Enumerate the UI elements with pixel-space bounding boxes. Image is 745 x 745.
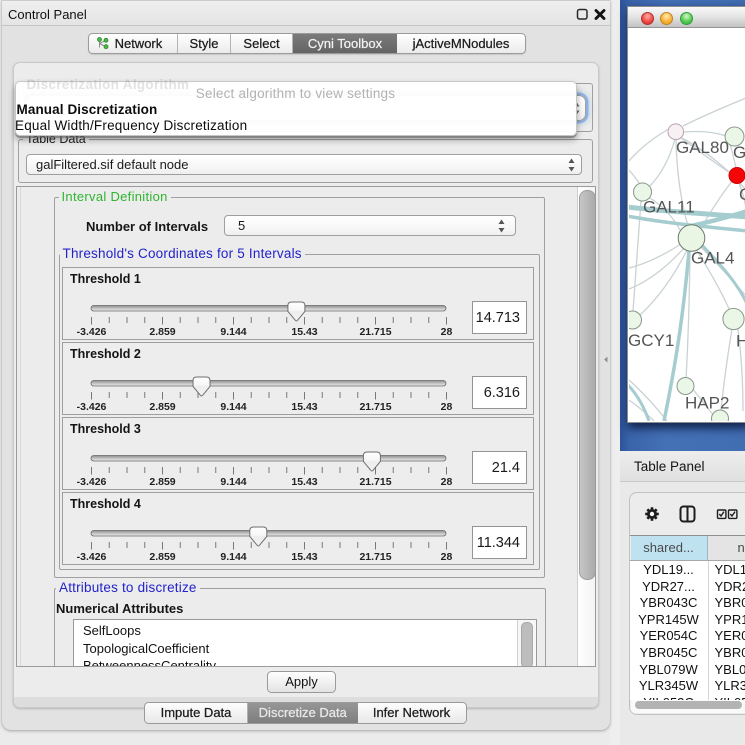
svg-text:-3.426: -3.426 — [77, 401, 107, 413]
svg-text:C: C — [739, 185, 745, 204]
svg-text:9.144: 9.144 — [220, 551, 246, 563]
svg-text:15.43: 15.43 — [291, 326, 317, 338]
svg-text:GA: GA — [733, 143, 745, 162]
svg-text:21.715: 21.715 — [359, 401, 391, 413]
svg-text:21.715: 21.715 — [359, 326, 391, 338]
svg-text:GAL4: GAL4 — [691, 249, 734, 268]
svg-text:9.144: 9.144 — [220, 476, 246, 488]
svg-text:2.859: 2.859 — [149, 551, 175, 563]
svg-text:21.715: 21.715 — [359, 476, 391, 488]
svg-text:2.859: 2.859 — [149, 326, 175, 338]
svg-text:HAP2: HAP2 — [685, 394, 729, 413]
svg-text:2.859: 2.859 — [149, 476, 175, 488]
svg-text:9.144: 9.144 — [220, 326, 246, 338]
svg-text:-3.426: -3.426 — [77, 476, 107, 488]
svg-text:28: 28 — [441, 476, 453, 488]
svg-text:-3.426: -3.426 — [77, 551, 107, 563]
svg-text:15.43: 15.43 — [291, 551, 317, 563]
svg-text:2.859: 2.859 — [149, 401, 175, 413]
svg-text:GCY1: GCY1 — [629, 331, 674, 350]
svg-text:15.43: 15.43 — [291, 476, 317, 488]
svg-text:GAL80: GAL80 — [676, 138, 729, 157]
svg-text:28: 28 — [441, 401, 453, 413]
svg-text:21.715: 21.715 — [359, 551, 391, 563]
svg-text:28: 28 — [441, 551, 453, 563]
svg-text:GAL11: GAL11 — [643, 198, 695, 217]
svg-text:28: 28 — [441, 326, 453, 338]
svg-text:H: H — [736, 332, 745, 351]
svg-text:-3.426: -3.426 — [77, 326, 107, 338]
svg-text:9.144: 9.144 — [220, 401, 246, 413]
svg-text:15.43: 15.43 — [291, 401, 317, 413]
